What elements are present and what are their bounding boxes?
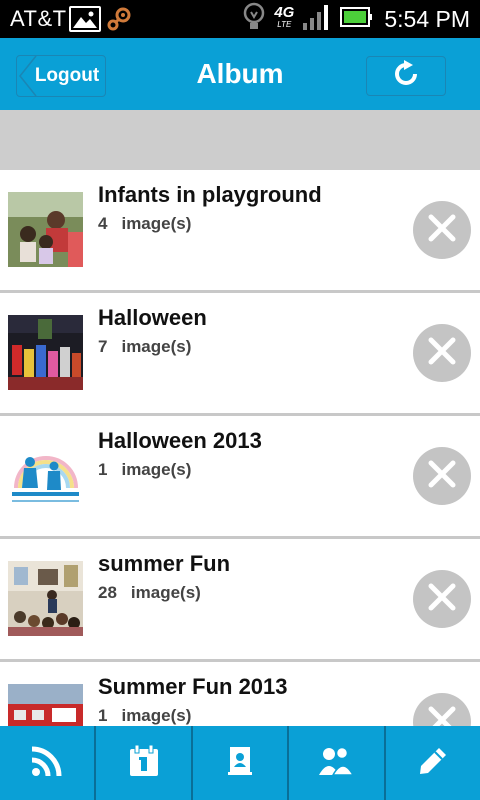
close-icon [425, 703, 459, 726]
album-count: 1 image(s) [98, 706, 192, 725]
app-header: Logout Album [0, 38, 480, 110]
album-item[interactable]: Halloween 2013 1 image(s) [0, 416, 480, 539]
status-bar: AT&T 4G LTE 5:54 PM [0, 0, 480, 38]
album-title: summer Fun [98, 551, 231, 576]
network-type-icon: 4G LTE [274, 4, 295, 29]
refresh-button[interactable] [366, 56, 446, 96]
status-right: 4G LTE 5:54 PM [242, 0, 470, 38]
carrier-label: AT&T [10, 6, 67, 31]
album-item[interactable]: Halloween 7 image(s) [0, 293, 480, 416]
album-count: 4 image(s) [98, 214, 192, 233]
album-screen: AT&T 4G LTE 5:54 PM Logout Album Infants… [0, 0, 480, 800]
album-list: Infants in playground 4 image(s) Hallowee… [0, 170, 480, 726]
delete-album-button[interactable] [413, 324, 471, 382]
album-thumbnail [8, 684, 83, 726]
delete-album-button[interactable] [413, 693, 471, 726]
album-title: Infants in playground [98, 182, 322, 207]
album-title: Halloween [98, 305, 207, 330]
delete-album-button[interactable] [413, 201, 471, 259]
album-thumbnail [8, 561, 83, 636]
close-icon [425, 457, 459, 496]
toolbar-band [0, 110, 480, 170]
album-item[interactable]: Summer Fun 2013 1 image(s) [0, 662, 480, 726]
battery-icon [340, 5, 373, 34]
tab-calendar[interactable] [96, 726, 193, 800]
album-title: Summer Fun 2013 [98, 674, 288, 699]
album-count: 1 image(s) [98, 460, 192, 479]
album-item[interactable]: Infants in playground 4 image(s) [0, 170, 480, 293]
contacts-book-icon [225, 745, 255, 782]
album-count: 7 image(s) [98, 337, 192, 356]
calendar-icon [128, 744, 160, 783]
tab-compose[interactable] [386, 726, 480, 800]
album-thumbnail [8, 315, 83, 390]
steam-notification-icon [105, 5, 133, 33]
pencil-icon [417, 745, 449, 782]
close-icon [425, 211, 459, 250]
rss-feed-icon [30, 744, 64, 783]
people-icon [318, 745, 355, 782]
delete-album-button[interactable] [413, 570, 471, 628]
tab-news-feed[interactable] [0, 726, 97, 800]
bottom-tab-bar [0, 726, 480, 800]
delete-album-button[interactable] [413, 447, 471, 505]
lightbulb-icon [242, 2, 266, 37]
album-title: Halloween 2013 [98, 428, 262, 453]
refresh-icon [391, 59, 421, 94]
close-icon [425, 334, 459, 373]
clock: 5:54 PM [384, 5, 470, 32]
album-thumbnail [8, 192, 83, 267]
signal-icon [302, 3, 332, 36]
album-item[interactable]: summer Fun 28 image(s) [0, 539, 480, 662]
close-icon [425, 580, 459, 619]
image-notification-icon [68, 6, 101, 32]
album-count: 28 image(s) [98, 583, 201, 602]
album-thumbnail [8, 438, 83, 513]
tab-contacts[interactable] [193, 726, 290, 800]
tab-people[interactable] [289, 726, 386, 800]
